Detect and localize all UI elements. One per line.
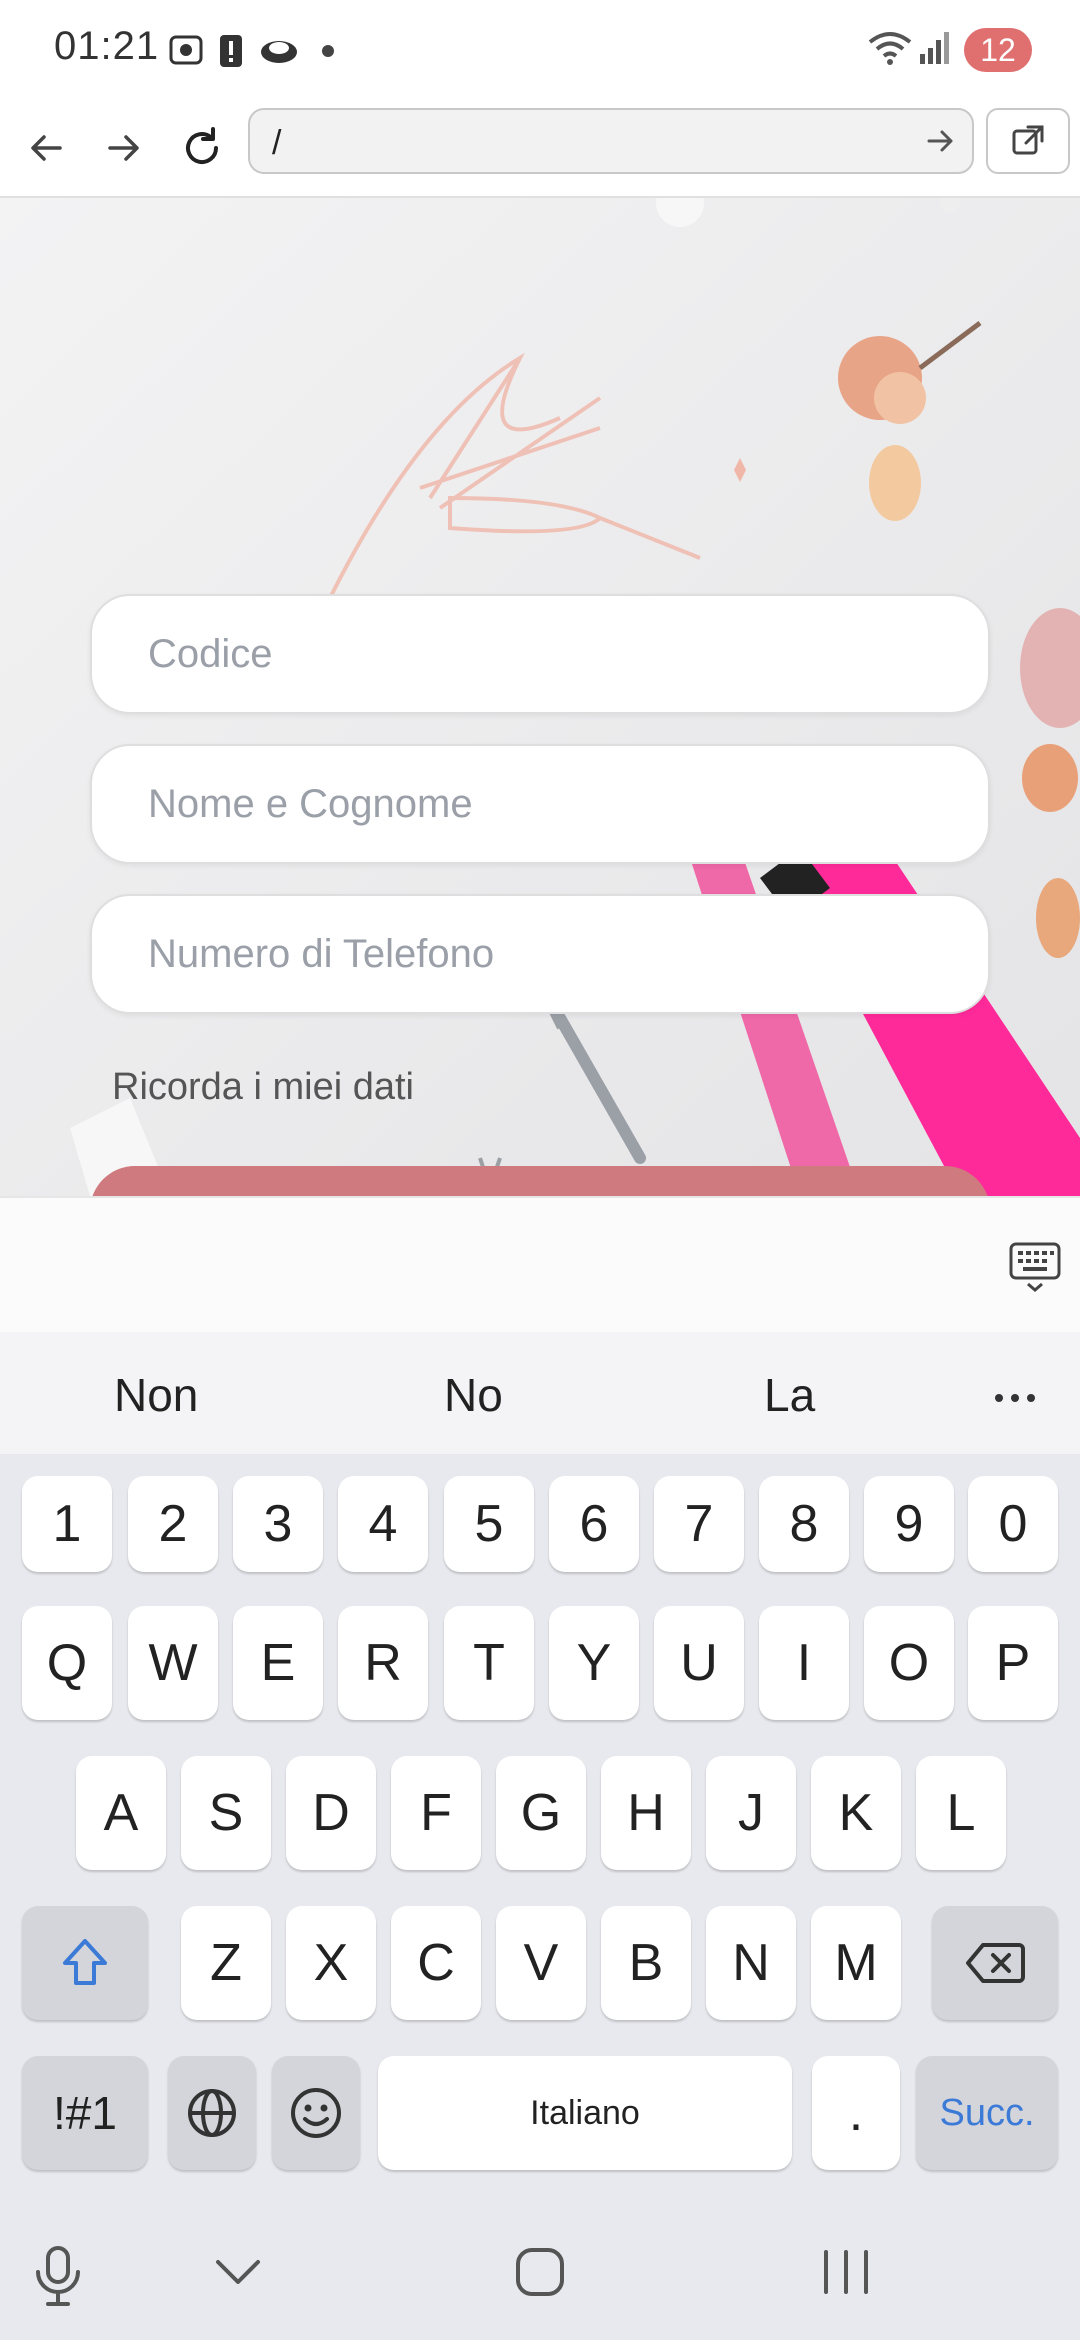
- microphone-button[interactable]: [30, 2244, 86, 2308]
- more-options-icon[interactable]: [994, 1390, 1036, 1408]
- shift-key[interactable]: [22, 1906, 148, 2020]
- key-o[interactable]: O: [864, 1606, 954, 1720]
- arrow-left-icon: [31, 135, 62, 161]
- key-y[interactable]: Y: [549, 1606, 639, 1720]
- language-key[interactable]: [168, 2056, 256, 2170]
- key-1[interactable]: 1: [22, 1476, 112, 1572]
- screenshot-icon: [168, 32, 204, 73]
- key-x[interactable]: X: [286, 1906, 376, 2020]
- key-k[interactable]: K: [811, 1756, 901, 1870]
- remember-me-label[interactable]: Ricorda i miei dati: [112, 1066, 414, 1109]
- suggestion-1[interactable]: Non: [114, 1368, 198, 1422]
- app-notification-icon: [258, 32, 300, 73]
- key-w[interactable]: W: [128, 1606, 218, 1720]
- recents-button[interactable]: [816, 2244, 876, 2300]
- reload-icon: [186, 127, 218, 164]
- name-field[interactable]: [90, 744, 990, 864]
- hide-keyboard-button[interactable]: [210, 2244, 266, 2300]
- wifi-icon: [866, 28, 914, 73]
- home-icon: [516, 2248, 564, 2296]
- key-s[interactable]: S: [181, 1756, 271, 1870]
- key-u[interactable]: U: [654, 1606, 744, 1720]
- key-6[interactable]: 6: [549, 1476, 639, 1572]
- key-p[interactable]: P: [968, 1606, 1058, 1720]
- status-bar: 01:21 12: [0, 0, 1080, 100]
- backspace-icon: [966, 1943, 1025, 1983]
- code-field[interactable]: [90, 594, 990, 714]
- open-external-icon: [1012, 125, 1044, 155]
- url-text: /: [272, 124, 282, 162]
- keyboard-toolbar: [0, 1196, 1080, 1332]
- recents-icon: [824, 2250, 868, 2294]
- emoji-key[interactable]: [272, 2056, 360, 2170]
- suggestion-bar: Non No La: [0, 1332, 1080, 1454]
- name-input[interactable]: [148, 746, 948, 862]
- keyboard: 1 2 3 4 5 6 7 8 9 0 Q W E R T Y U I O P …: [0, 1454, 1080, 2214]
- key-j[interactable]: J: [706, 1756, 796, 1870]
- next-key[interactable]: Succ.: [916, 2056, 1058, 2170]
- forward-button[interactable]: [94, 118, 154, 178]
- key-e[interactable]: E: [233, 1606, 323, 1720]
- symbols-key[interactable]: !#1: [22, 2056, 148, 2170]
- submit-button[interactable]: [90, 1166, 990, 1196]
- key-f[interactable]: F: [391, 1756, 481, 1870]
- dot-icon: [322, 44, 334, 62]
- phone-input[interactable]: [148, 896, 948, 1012]
- key-g[interactable]: G: [496, 1756, 586, 1870]
- signal-icon: [918, 30, 952, 71]
- key-0[interactable]: 0: [968, 1476, 1058, 1572]
- key-r[interactable]: R: [338, 1606, 428, 1720]
- emoji-icon: [291, 2088, 341, 2138]
- key-d[interactable]: D: [286, 1756, 376, 1870]
- phone-field[interactable]: [90, 894, 990, 1014]
- navigation-bar: [0, 2214, 1080, 2340]
- key-a[interactable]: A: [76, 1756, 166, 1870]
- key-2[interactable]: 2: [128, 1476, 218, 1572]
- key-z[interactable]: Z: [181, 1906, 271, 2020]
- key-3[interactable]: 3: [233, 1476, 323, 1572]
- key-i[interactable]: I: [759, 1606, 849, 1720]
- open-external-button[interactable]: [986, 108, 1070, 174]
- globe-icon: [188, 2089, 236, 2137]
- arrow-right-icon: [108, 135, 139, 161]
- key-7[interactable]: 7: [654, 1476, 744, 1572]
- key-8[interactable]: 8: [759, 1476, 849, 1572]
- key-c[interactable]: C: [391, 1906, 481, 2020]
- code-input[interactable]: [148, 596, 948, 712]
- key-t[interactable]: T: [444, 1606, 534, 1720]
- suggestion-2[interactable]: No: [444, 1368, 503, 1422]
- key-4[interactable]: 4: [338, 1476, 428, 1572]
- key-n[interactable]: N: [706, 1906, 796, 2020]
- key-h[interactable]: H: [601, 1756, 691, 1870]
- notification-count-badge: 12: [964, 28, 1032, 72]
- browser-toolbar: /: [0, 100, 1080, 198]
- shift-icon: [63, 1939, 107, 1985]
- backspace-key[interactable]: [932, 1906, 1058, 2020]
- space-key[interactable]: Italiano: [378, 2056, 792, 2170]
- key-v[interactable]: V: [496, 1906, 586, 2020]
- period-key[interactable]: .: [812, 2056, 900, 2170]
- keyboard-hide-icon[interactable]: [1008, 1240, 1062, 1299]
- key-m[interactable]: M: [811, 1906, 901, 2020]
- go-arrow-icon[interactable]: [924, 124, 958, 163]
- key-9[interactable]: 9: [864, 1476, 954, 1572]
- key-l[interactable]: L: [916, 1756, 1006, 1870]
- suggestion-3[interactable]: La: [764, 1368, 815, 1422]
- status-time: 01:21: [54, 24, 160, 68]
- key-q[interactable]: Q: [22, 1606, 112, 1720]
- back-button[interactable]: [16, 118, 76, 178]
- microphone-icon: [36, 2246, 80, 2306]
- url-bar[interactable]: /: [248, 108, 974, 174]
- key-b[interactable]: B: [601, 1906, 691, 2020]
- battery-alert-icon: [218, 32, 244, 73]
- chevron-down-icon: [216, 2260, 260, 2284]
- home-button[interactable]: [512, 2244, 568, 2300]
- web-content: Ricorda i miei dati: [0, 198, 1080, 1196]
- reload-button[interactable]: [172, 118, 232, 178]
- key-5[interactable]: 5: [444, 1476, 534, 1572]
